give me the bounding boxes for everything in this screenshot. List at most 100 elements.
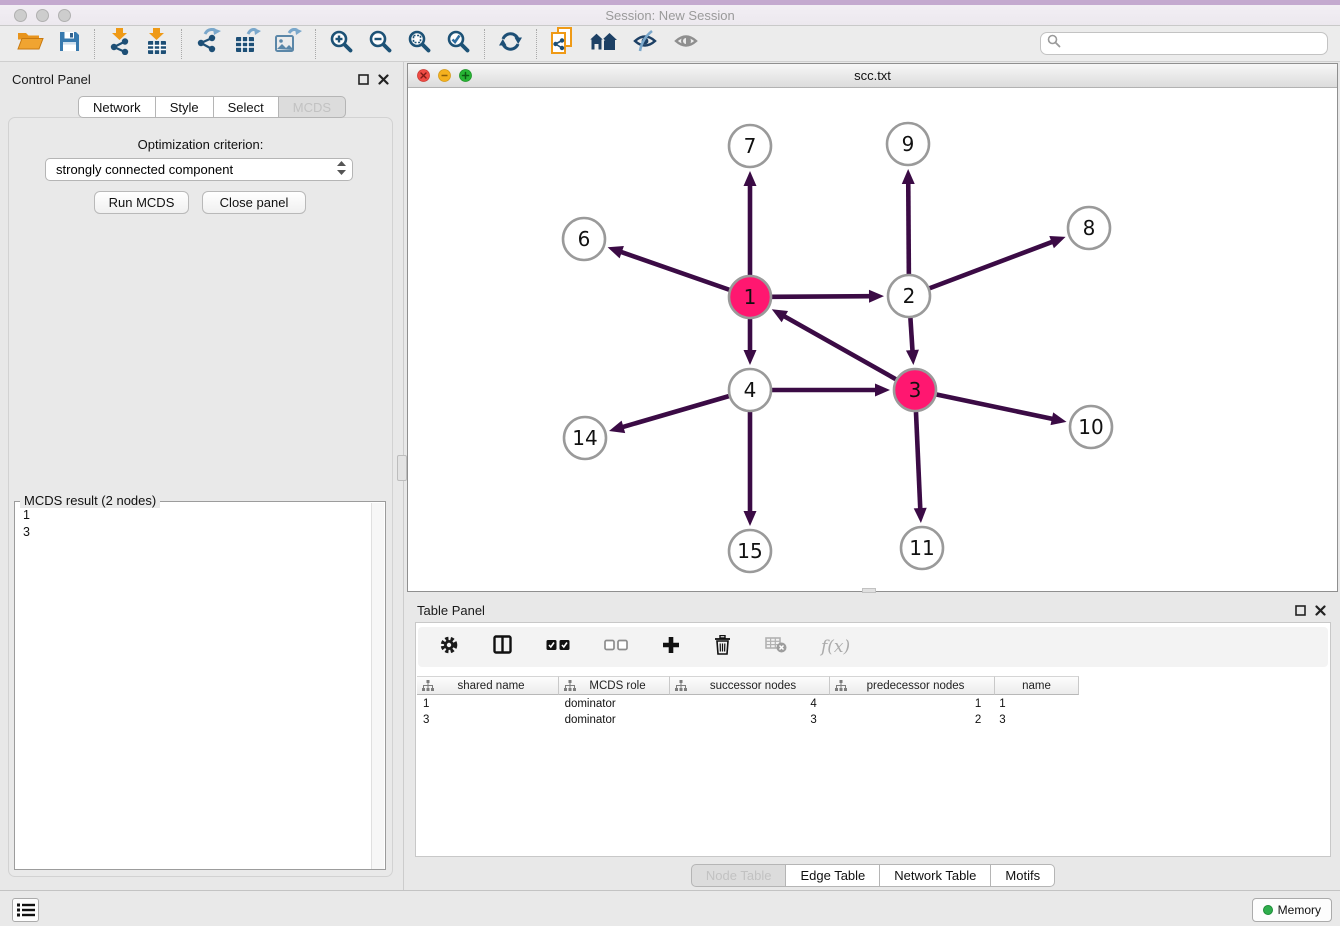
toolbar-separator: [181, 29, 182, 59]
graph-node-label: 11: [909, 536, 934, 560]
list-icon: [17, 903, 35, 917]
memory-button-label: Memory: [1278, 903, 1321, 917]
import-network-button[interactable]: [101, 28, 139, 60]
table-panel-header: Table Panel: [406, 595, 1340, 623]
graph-edge-3-11[interactable]: [916, 412, 920, 511]
export-network-button[interactable]: [188, 28, 228, 60]
close-panel-icon[interactable]: [1315, 603, 1326, 621]
zoom-out-magnifier-icon: [368, 29, 393, 59]
graph-edge-3-10[interactable]: [937, 395, 1055, 420]
export-table-button[interactable]: [228, 28, 268, 60]
toolbar-separator: [94, 29, 95, 59]
plus-icon: [662, 636, 680, 659]
open-session-button[interactable]: [10, 28, 51, 60]
delete-table-icon: [765, 636, 787, 658]
export-table-icon: [235, 28, 261, 59]
tab-edge-table[interactable]: Edge Table: [786, 864, 880, 887]
control-panel-tabs: Network Style Select MCDS: [78, 96, 346, 118]
zoom-selected-button[interactable]: [439, 28, 478, 60]
status-bar: Memory: [0, 890, 1340, 926]
search-field[interactable]: [1040, 32, 1328, 55]
graph-edge-3-1[interactable]: [782, 315, 896, 379]
zoom-in-magnifier-icon: [329, 29, 354, 59]
delete-column-button[interactable]: [707, 631, 738, 663]
gear-icon: [439, 635, 459, 660]
table-settings-button[interactable]: [432, 631, 466, 663]
memory-button[interactable]: Memory: [1252, 898, 1332, 922]
column-header-mcds-role[interactable]: MCDS role: [559, 676, 670, 695]
float-panel-icon[interactable]: [358, 72, 369, 90]
table-panel-title: Table Panel: [417, 603, 485, 618]
add-column-button[interactable]: [655, 631, 687, 663]
hide-eye-button[interactable]: [625, 28, 666, 60]
graph-node-label: 2: [903, 284, 916, 308]
float-panel-icon[interactable]: [1295, 603, 1306, 621]
graph-node-label: 10: [1078, 415, 1103, 439]
column-header-predecessor-nodes[interactable]: predecessor nodes: [830, 676, 995, 695]
task-history-button[interactable]: [12, 898, 39, 922]
clone-network-button[interactable]: [543, 28, 581, 60]
mcds-result-item[interactable]: 1: [15, 507, 385, 524]
splitter-grip[interactable]: [397, 455, 407, 481]
table-cell: 1: [829, 698, 994, 710]
function-builder-button[interactable]: f(x): [814, 631, 857, 663]
graph-edge-2-3[interactable]: [910, 318, 912, 353]
graph-node-label: 4: [744, 378, 757, 402]
tree-icon: [564, 680, 576, 692]
close-panel-icon[interactable]: [378, 72, 389, 90]
table-cell: 3: [417, 714, 559, 726]
save-session-button[interactable]: [51, 28, 88, 60]
run-mcds-button[interactable]: Run MCDS: [94, 191, 189, 214]
table-row[interactable]: 3dominator323: [417, 712, 1077, 728]
toolbar-separator: [484, 29, 485, 59]
zoom-in-button[interactable]: [322, 28, 361, 60]
tab-motifs[interactable]: Motifs: [991, 864, 1055, 887]
export-image-button[interactable]: [268, 28, 309, 60]
graph-edge-2-9[interactable]: [908, 181, 909, 274]
graph-edge-4-14[interactable]: [621, 396, 729, 428]
graph-edge-arrowhead: [869, 290, 884, 303]
select-all-button[interactable]: [539, 631, 577, 663]
result-scrollbar[interactable]: [371, 503, 384, 869]
graph-edge-1-6[interactable]: [619, 251, 729, 290]
delete-table-button[interactable]: [758, 631, 794, 663]
clone-network-icon: [550, 27, 574, 60]
table-toolbar: f(x): [418, 627, 1328, 667]
criterion-dropdown[interactable]: strongly connected component: [45, 158, 353, 181]
show-eye-button[interactable]: [666, 28, 707, 60]
table-cell: 1: [993, 698, 1077, 710]
network-canvas[interactable]: 7968124314101511: [408, 88, 1337, 591]
show-columns-button[interactable]: [486, 631, 519, 663]
tab-mcds[interactable]: MCDS: [279, 96, 346, 118]
network-graph[interactable]: 7968124314101511: [408, 88, 1337, 591]
import-table-icon: [146, 28, 168, 60]
close-panel-button[interactable]: Close panel: [202, 191, 306, 214]
search-input[interactable]: [1065, 37, 1321, 51]
network-frame-title: scc.txt: [408, 68, 1337, 83]
zoom-selected-magnifier-icon: [446, 29, 471, 59]
tab-style[interactable]: Style: [156, 96, 214, 118]
graph-node-label: 14: [572, 426, 597, 450]
mcds-result-item[interactable]: 3: [15, 524, 385, 541]
zoom-fit-button[interactable]: [400, 28, 439, 60]
tab-select[interactable]: Select: [214, 96, 279, 118]
deselect-all-button[interactable]: [597, 631, 635, 663]
graph-edge-2-8[interactable]: [930, 241, 1055, 288]
zoom-out-button[interactable]: [361, 28, 400, 60]
network-frame-titlebar: scc.txt: [408, 64, 1337, 88]
home-views-button[interactable]: [581, 28, 625, 60]
refresh-button[interactable]: [491, 28, 530, 60]
table-cell: dominator: [559, 698, 670, 710]
table-cell: dominator: [559, 714, 670, 726]
column-header-successor-nodes[interactable]: successor nodes: [670, 676, 830, 695]
tab-network[interactable]: Network: [78, 96, 156, 118]
column-header-shared-name[interactable]: shared name: [417, 676, 559, 695]
column-header-name[interactable]: name: [995, 676, 1079, 695]
graph-edge-1-2[interactable]: [772, 296, 872, 297]
frame-resize-grip[interactable]: [862, 588, 876, 593]
graph-edge-arrowhead: [1051, 412, 1067, 425]
import-table-button[interactable]: [139, 28, 175, 60]
table-row[interactable]: 1dominator411: [417, 696, 1077, 712]
tab-node-table[interactable]: Node Table: [691, 864, 787, 887]
tab-network-table[interactable]: Network Table: [880, 864, 991, 887]
